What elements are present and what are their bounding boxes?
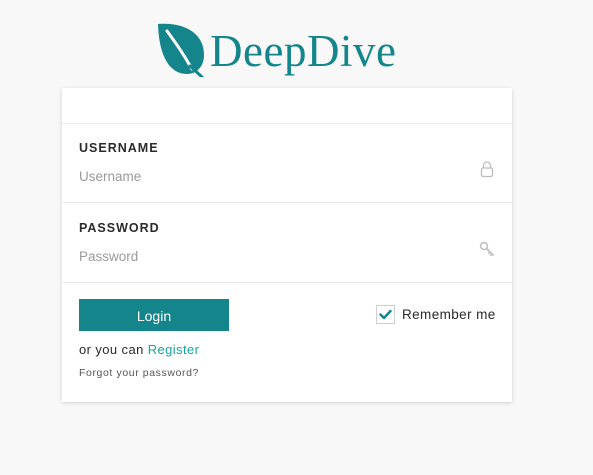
password-label: PASSWORD xyxy=(79,221,160,235)
remember-me[interactable]: Remember me xyxy=(376,305,496,324)
forgot-password-link[interactable]: Forgot your password? xyxy=(79,367,199,379)
remember-me-label: Remember me xyxy=(402,307,496,322)
password-field-group: PASSWORD xyxy=(62,203,512,283)
username-field-group: USERNAME xyxy=(62,123,512,203)
brand-name: DeepDive xyxy=(210,25,397,76)
brand-logo: DeepDive xyxy=(156,20,396,78)
login-page: DeepDive USERNAME PASSWORD Login xyxy=(0,0,593,475)
key-icon xyxy=(479,241,494,257)
login-card: USERNAME PASSWORD Login Remembe xyxy=(62,88,512,402)
register-link[interactable]: Register xyxy=(148,342,200,357)
lock-icon xyxy=(480,161,494,178)
checkmark-icon xyxy=(379,309,392,320)
username-input[interactable] xyxy=(79,165,469,187)
username-label: USERNAME xyxy=(79,141,159,155)
register-prefix-text: or you can xyxy=(79,342,144,357)
leaf-icon xyxy=(158,23,204,77)
login-button[interactable]: Login xyxy=(79,299,229,331)
register-prompt: or you can Register xyxy=(79,342,199,357)
remember-me-checkbox[interactable] xyxy=(376,305,395,324)
card-header xyxy=(62,88,512,124)
password-input[interactable] xyxy=(79,245,469,267)
